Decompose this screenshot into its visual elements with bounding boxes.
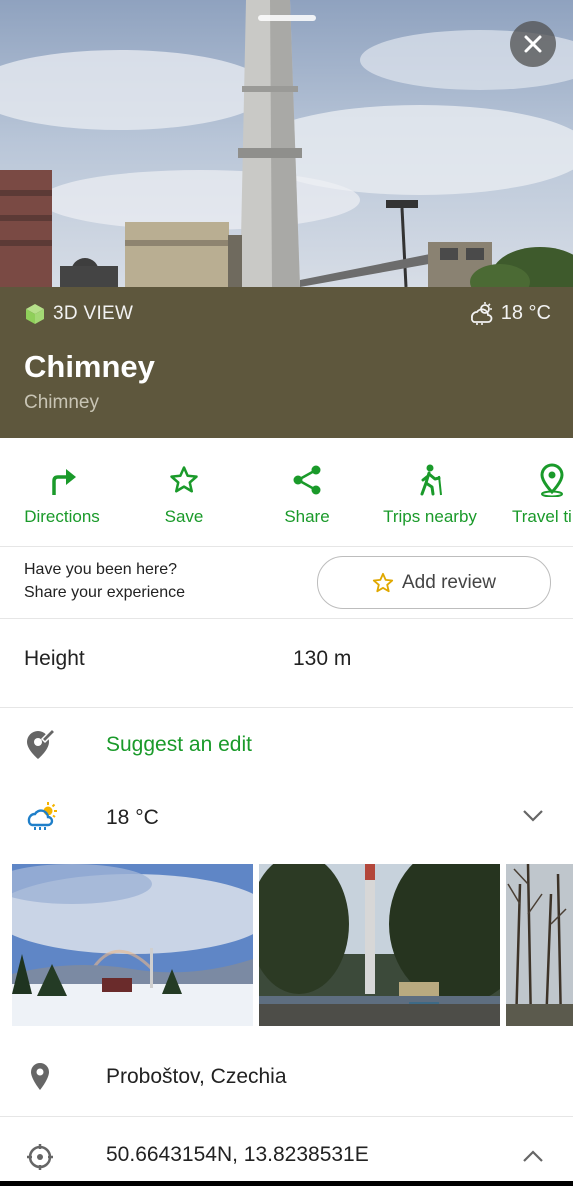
travel-tips-button[interactable]: Travel ti: [490, 462, 573, 527]
edit-pin-icon: [27, 727, 56, 759]
action-bar: Directions Save Share Trips nearby Trave…: [0, 438, 573, 547]
review-subtext: Share your experience: [24, 584, 185, 601]
place-header: 3D VIEW 18 °C Chimney Chimney: [0, 287, 573, 438]
coordinates-row[interactable]: 50.6643154N, 13.8238531E: [0, 1117, 573, 1181]
height-value: 130 m: [293, 647, 352, 670]
star-outline-icon: [372, 572, 394, 592]
chevron-down-icon[interactable]: [522, 809, 544, 823]
header-temperature: 18 °C: [500, 301, 551, 324]
review-prompt: Have you been here? Share your experienc…: [0, 547, 573, 619]
location-pin-icon: [31, 1063, 49, 1090]
crosshair-icon: [27, 1144, 53, 1170]
directions-button[interactable]: Directions: [0, 462, 124, 527]
header-weather[interactable]: 18 °C: [467, 301, 551, 325]
share-label: Share: [284, 507, 330, 526]
hiker-icon: [420, 464, 442, 496]
system-bottom-bar: [0, 1181, 573, 1186]
suggest-edit-link: Suggest an edit: [106, 733, 252, 756]
chevron-up-icon[interactable]: [522, 1149, 544, 1163]
hero-photo[interactable]: [0, 0, 573, 287]
weather-temperature: 18 °C: [106, 806, 159, 829]
height-label: Height: [24, 647, 85, 670]
review-question: Have you been here?: [24, 561, 177, 578]
coordinates-text: 50.6643154N, 13.8238531E: [106, 1143, 369, 1166]
save-label: Save: [164, 507, 204, 526]
gallery-photo[interactable]: [12, 864, 253, 1026]
directions-icon: [52, 469, 76, 495]
3d-view-label: 3D VIEW: [53, 303, 134, 324]
share-icon: [293, 465, 321, 495]
gallery-photo[interactable]: [506, 864, 573, 1026]
trips-nearby-label: Trips nearby: [383, 507, 477, 526]
share-button[interactable]: Share: [245, 462, 369, 527]
location-row[interactable]: Proboštov, Czechia: [0, 1037, 573, 1116]
location-text: Proboštov, Czechia: [106, 1065, 287, 1088]
weather-icon: [470, 302, 493, 325]
star-icon: [170, 466, 198, 493]
weather-row[interactable]: 18 °C: [0, 783, 573, 855]
suggest-edit-row[interactable]: Suggest an edit: [0, 708, 573, 782]
place-category: Chimney: [24, 392, 99, 413]
gallery-photo[interactable]: [259, 864, 500, 1026]
photo-gallery[interactable]: [12, 864, 573, 1026]
height-attribute: Height 130 m: [0, 619, 573, 708]
location-pin-icon: [540, 463, 564, 497]
trips-nearby-button[interactable]: Trips nearby: [368, 462, 492, 527]
place-title: Chimney: [24, 349, 155, 384]
add-review-label: Add review: [402, 571, 496, 593]
3d-view-button[interactable]: 3D VIEW: [24, 303, 133, 325]
drag-handle[interactable]: [258, 15, 316, 21]
cube-icon: [26, 304, 44, 324]
directions-label: Directions: [24, 507, 100, 526]
weather-icon: [27, 802, 57, 830]
add-review-button[interactable]: Add review: [317, 556, 551, 609]
save-button[interactable]: Save: [122, 462, 246, 527]
close-button[interactable]: [510, 21, 556, 67]
close-icon: [524, 35, 542, 53]
travel-tips-label: Travel ti: [512, 507, 572, 526]
